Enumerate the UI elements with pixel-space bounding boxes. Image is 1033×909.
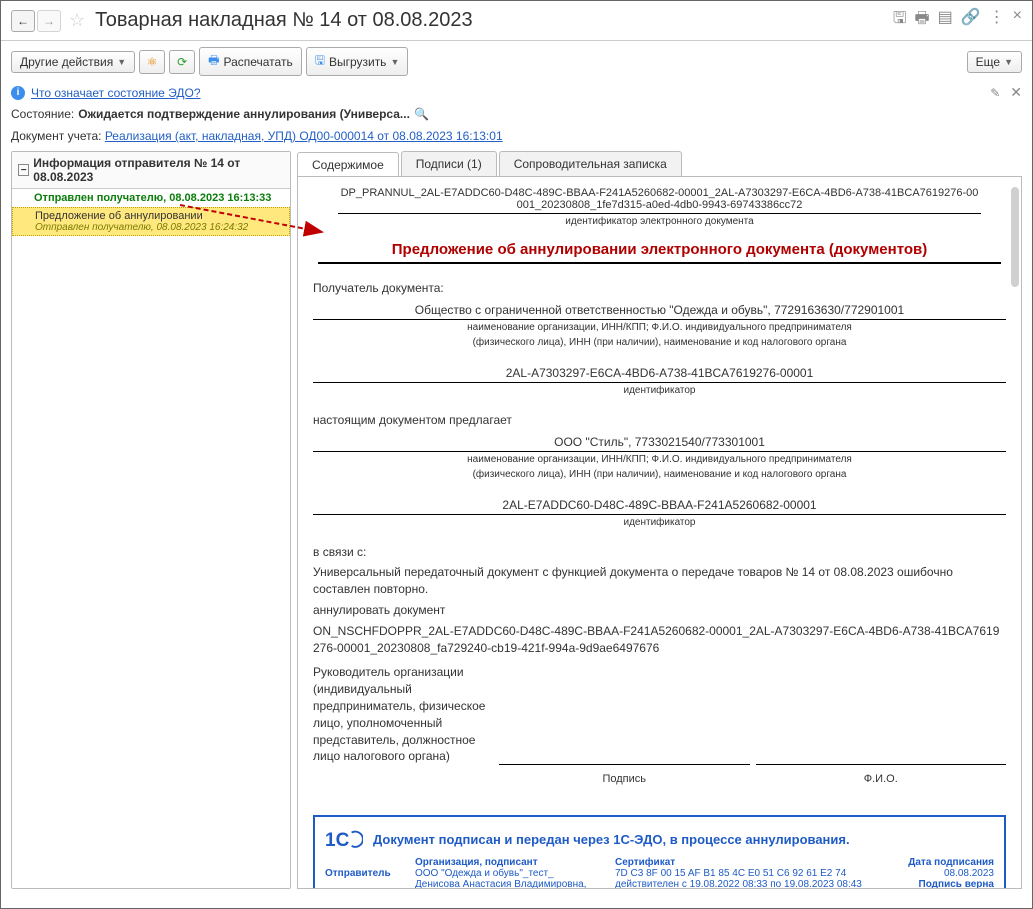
calc-icon[interactable]: ▤ [938, 7, 953, 34]
sender-id: 2AL-E7ADDC60-D48C-489C-BBAA-F241A5260682… [313, 496, 1006, 515]
doc-top-id: DP_PRANNUL_2AL-E7ADDC60-D48C-489C-BBAA-F… [308, 187, 1011, 211]
dismiss-icon[interactable]: ✕ [1010, 84, 1022, 101]
tree-annul-item[interactable]: Предложение об аннулировании Отправлен п… [12, 207, 290, 236]
sender-value: ООО "Стиль", 7733021540/773301001 [313, 433, 1006, 452]
export-button[interactable]: 🖫Выгрузить▼ [306, 47, 409, 76]
edo-status-link[interactable]: Что означает состояние ЭДО? [31, 86, 201, 100]
status-label: Состояние: [11, 107, 74, 121]
status-value: Ожидается подтверждение аннулирования (У… [78, 107, 410, 121]
doc-account-link[interactable]: Реализация (акт, накладная, УПД) ОД00-00… [105, 129, 503, 143]
more-button[interactable]: Еще▼ [967, 51, 1022, 73]
info-icon: i [11, 86, 25, 100]
reason-label: в связи с: [313, 544, 1006, 561]
tree-sent-item[interactable]: Отправлен получателю, 08.08.2023 16:13:3… [12, 189, 290, 207]
other-actions-button[interactable]: Другие действия▼ [11, 51, 135, 73]
refresh-button[interactable]: ⟳ [169, 50, 195, 74]
fio-field [756, 664, 1007, 765]
recipient-value: Общество с ограниченной ответственностью… [313, 301, 1006, 320]
tab-note[interactable]: Сопроводительная записка [499, 151, 682, 176]
annul-id: ON_NSCHFDOPPR_2AL-E7ADDC60-D48C-489C-BBA… [313, 623, 1006, 657]
annul-label: аннулировать документ [313, 602, 1006, 619]
save-icon[interactable]: 🖫 [893, 7, 907, 34]
signature-field [499, 664, 750, 765]
page-title: Товарная накладная № 14 от 08.08.2023 [95, 9, 893, 32]
doc-top-id-caption: идентификатор электронного документа [338, 213, 981, 227]
signature-stamp: 1С Документ подписан и передан через 1С-… [313, 815, 1006, 889]
left-panel-header[interactable]: − Информация отправителя № 14 от 08.08.2… [12, 152, 290, 189]
tab-signatures[interactable]: Подписи (1) [401, 151, 497, 176]
print-button[interactable]: 🖶Распечатать [199, 47, 302, 76]
svg-text:1С: 1С [325, 830, 350, 851]
print-icon[interactable]: 🖶 [915, 7, 930, 34]
tree-button[interactable]: ⚛ [139, 50, 165, 74]
magnify-icon[interactable]: 🔍 [414, 107, 429, 121]
link-icon[interactable]: 🔗 [961, 7, 981, 34]
document-content: DP_PRANNUL_2AL-E7ADDC60-D48C-489C-BBAA-F… [297, 176, 1022, 889]
collapse-icon[interactable]: − [18, 164, 29, 176]
recipient-id: 2AL-A7303297-E6CA-4BD6-A738-41BCA7619276… [313, 364, 1006, 383]
close-icon[interactable]: × [1013, 7, 1022, 34]
sender-info-panel: − Информация отправителя № 14 от 08.08.2… [11, 151, 291, 889]
favorite-icon[interactable]: ☆ [69, 10, 85, 31]
forward-button[interactable]: → [37, 10, 61, 32]
stamp-title: Документ подписан и передан через 1С-ЭДО… [373, 832, 850, 847]
back-button[interactable]: ← [11, 10, 35, 32]
doc-account-label: Документ учета: [11, 129, 101, 143]
recipient-label: Получатель документа: [313, 280, 1006, 297]
proposes-label: настоящим документом предлагает [313, 412, 1006, 429]
edit-icon[interactable]: ✎ [990, 86, 1000, 100]
signer-role: Руководитель организации (индивидуальный… [313, 664, 493, 765]
more-icon[interactable]: ⋮ [989, 7, 1005, 34]
1c-logo-icon: 1С [325, 825, 363, 853]
doc-title: Предложение об аннулировании электронног… [318, 237, 1001, 264]
tab-content[interactable]: Содержимое [297, 152, 399, 177]
reason-text: Универсальный передаточный документ с фу… [313, 564, 1006, 598]
scrollbar-thumb[interactable] [1011, 187, 1019, 287]
